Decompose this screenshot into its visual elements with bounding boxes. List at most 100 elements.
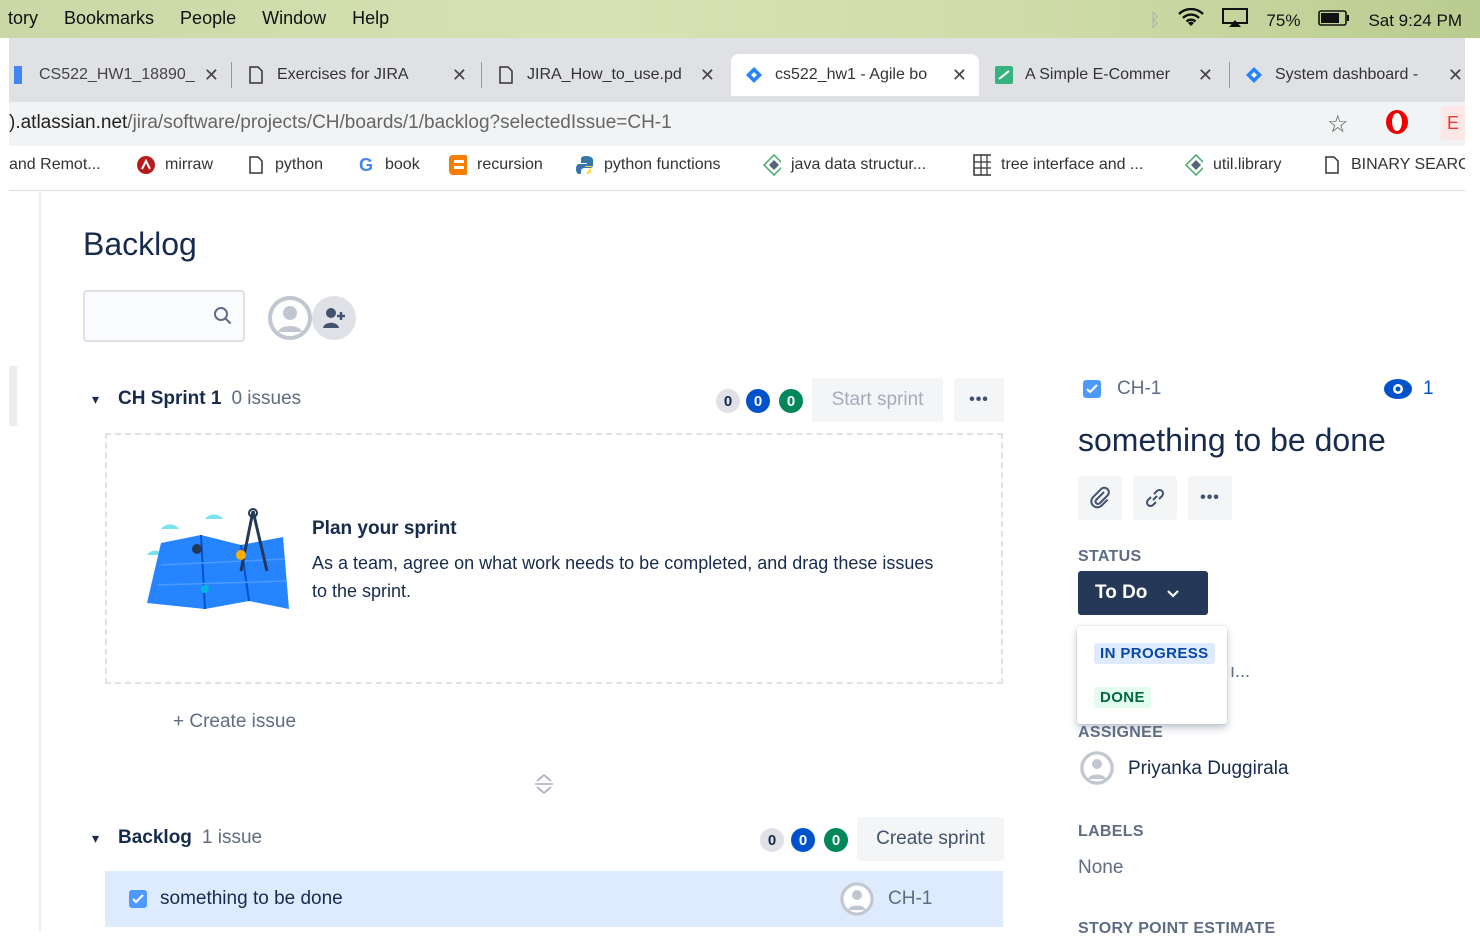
- page-icon: [1323, 156, 1341, 174]
- bookmark-util-library[interactable]: util.library: [1185, 154, 1282, 176]
- wifi-icon[interactable]: [1178, 7, 1205, 33]
- tab-title: Exercises for JIRA: [277, 66, 409, 83]
- tab-title: CS522_HW1_18890_: [39, 66, 195, 83]
- bookmark-star-icon[interactable]: ☆: [1327, 110, 1349, 139]
- close-icon[interactable]: ✕: [952, 65, 967, 86]
- bluetooth-icon[interactable]: ᛒ: [1150, 10, 1161, 31]
- sprint-name[interactable]: CH Sprint 1: [118, 388, 221, 410]
- status-dropdown-button[interactable]: To Do: [1078, 571, 1208, 615]
- bookmark-label: mirraw: [165, 156, 213, 173]
- obscured-field-text: ı...: [1230, 661, 1251, 681]
- python-icon: [576, 156, 594, 174]
- sprint-more-button[interactable]: •••: [954, 378, 1004, 422]
- menu-people[interactable]: People: [180, 8, 236, 29]
- bookmark-recursion[interactable]: recursion: [449, 155, 543, 175]
- close-icon[interactable]: ✕: [204, 65, 219, 86]
- assignee-avatar[interactable]: [840, 882, 874, 916]
- chevron-down-icon[interactable]: ▾: [92, 391, 106, 408]
- menu-help[interactable]: Help: [352, 8, 389, 29]
- resize-handle-icon[interactable]: [533, 772, 555, 801]
- attach-button[interactable]: [1078, 476, 1122, 520]
- create-sprint-button[interactable]: Create sprint: [857, 817, 1004, 861]
- tab-cs522-agile-board[interactable]: cs522_hw1 - Agile bo ✕: [731, 54, 979, 96]
- google-icon: G: [358, 154, 373, 175]
- bookmark-binary-search[interactable]: BINARY SEARC: [1323, 156, 1465, 174]
- bookmark-and-remote[interactable]: and Remot...: [9, 156, 101, 174]
- bookmark-java-data-structures[interactable]: java data structur...: [763, 154, 927, 176]
- menu-window[interactable]: Window: [262, 8, 326, 29]
- start-sprint-button[interactable]: Start sprint: [812, 378, 943, 422]
- menubar-clock[interactable]: Sat 9:24 PM: [1368, 11, 1462, 31]
- table-row[interactable]: something to be done CH-1: [105, 871, 1003, 927]
- plan-sprint-description: As a team, agree on what work needs to b…: [312, 553, 934, 601]
- link-issue-button[interactable]: [1133, 476, 1177, 520]
- tab-title: A Simple E-Commer: [1025, 66, 1170, 83]
- create-issue-button[interactable]: + Create issue: [173, 711, 296, 733]
- close-icon[interactable]: ✕: [1448, 65, 1463, 86]
- bookmark-label: python: [275, 156, 324, 173]
- bookmark-python-functions[interactable]: python functions: [576, 156, 721, 174]
- doc-blue-icon: [9, 66, 27, 84]
- battery-icon[interactable]: [1318, 10, 1350, 31]
- tab-cs522-hw1-doc[interactable]: CS522_HW1_18890_ ✕: [9, 54, 219, 96]
- tab-system-dashboard[interactable]: System dashboard - ✕: [1245, 54, 1463, 96]
- url-text[interactable]: ).atlassian.net/jira/software/projects/C…: [9, 112, 672, 134]
- grid-icon: [973, 154, 991, 176]
- close-icon[interactable]: ✕: [1198, 65, 1213, 86]
- address-bar[interactable]: ).atlassian.net/jira/software/projects/C…: [9, 102, 1465, 146]
- page-icon: [247, 66, 265, 84]
- opera-icon[interactable]: [1383, 108, 1411, 141]
- assignee-avatar[interactable]: [1080, 751, 1114, 785]
- story-type-icon[interactable]: [1083, 380, 1101, 398]
- add-people-button[interactable]: [312, 296, 356, 340]
- bookmark-tree-interface[interactable]: tree interface and ...: [973, 154, 1144, 176]
- issue-key-link[interactable]: CH-1: [1117, 378, 1161, 400]
- story-type-icon: [129, 890, 147, 908]
- bookmark-label: recursion: [477, 156, 543, 173]
- search-input[interactable]: [83, 290, 245, 342]
- assignee-name[interactable]: Priyanka Duggirala: [1128, 758, 1289, 780]
- bookmark-book[interactable]: G book: [357, 154, 420, 175]
- eye-icon[interactable]: [1383, 378, 1413, 405]
- status-label: STATUS: [1078, 548, 1142, 565]
- close-icon[interactable]: ✕: [452, 65, 467, 86]
- watchers-count[interactable]: 1: [1423, 378, 1434, 400]
- tab-jira-how-to-use[interactable]: JIRA_How_to_use.pd ✕: [497, 54, 715, 96]
- assignee-label: ASSIGNEE: [1078, 724, 1164, 741]
- inprogress-points-badge: 0: [791, 828, 815, 852]
- issue-title[interactable]: something to be done: [1078, 422, 1386, 459]
- bookmark-python[interactable]: python: [247, 156, 323, 174]
- chevron-down-icon: [1167, 582, 1180, 604]
- tab-separator: [1229, 62, 1230, 88]
- issue-more-button[interactable]: •••: [1188, 476, 1232, 520]
- menu-bookmarks[interactable]: Bookmarks: [64, 8, 154, 29]
- issue-summary[interactable]: something to be done: [160, 888, 343, 910]
- close-icon[interactable]: ✕: [700, 65, 715, 86]
- bookmark-label: tree interface and ...: [1001, 156, 1144, 173]
- tab-simple-ecommerce[interactable]: A Simple E-Commer ✕: [995, 54, 1213, 96]
- diamond-icon: [763, 154, 781, 176]
- menu-history[interactable]: tory: [8, 8, 38, 29]
- sprint-header[interactable]: ▾ CH Sprint 1 0 issues: [92, 388, 301, 410]
- sidebar-rail: [9, 191, 41, 931]
- airplay-icon[interactable]: [1222, 8, 1249, 33]
- browser-tab-strip: CS522_HW1_18890_ ✕ Exercises for JIRA ✕ …: [9, 38, 1465, 102]
- status-option-in-progress[interactable]: IN PROGRESS: [1094, 643, 1215, 664]
- bookmark-mirraw[interactable]: mirraw: [137, 156, 213, 174]
- plan-sprint-title: Plan your sprint: [312, 518, 457, 539]
- avatar[interactable]: [268, 296, 312, 340]
- page-icon: [497, 66, 515, 84]
- backlog-header[interactable]: ▾ Backlog 1 issue: [92, 827, 262, 849]
- labels-value[interactable]: None: [1078, 857, 1123, 879]
- tab-exercises-jira[interactable]: Exercises for JIRA ✕: [247, 54, 467, 96]
- jira-icon: [745, 66, 763, 84]
- tab-title: System dashboard -: [1275, 66, 1419, 83]
- status-option-done[interactable]: DONE: [1094, 687, 1151, 708]
- bookmark-label: java data structur...: [791, 156, 927, 173]
- bookmark-label: util.library: [1213, 156, 1282, 173]
- paperclip-icon: [1090, 486, 1110, 509]
- extension-icon[interactable]: E: [1441, 106, 1465, 140]
- issue-key[interactable]: CH-1: [888, 888, 932, 910]
- sidebar-collapse-handle[interactable]: [9, 366, 17, 426]
- chevron-down-icon[interactable]: ▾: [92, 830, 106, 847]
